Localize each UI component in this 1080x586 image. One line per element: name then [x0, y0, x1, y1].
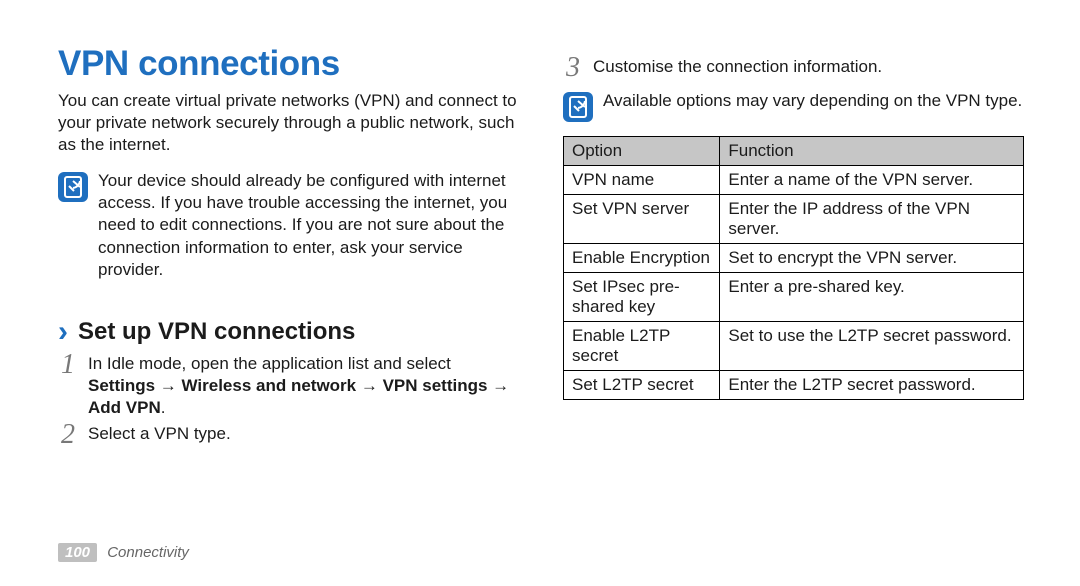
table-row: Enable Encryption Set to encrypt the VPN…: [564, 244, 1024, 273]
step-number-2: 2: [58, 419, 78, 451]
right-column: 3 Customise the connection information. …: [563, 44, 1024, 451]
note-block: Your device should already be configured…: [58, 170, 519, 280]
step-1-text-a: In Idle mode, open the application list …: [88, 354, 451, 373]
step-2-body: Select a VPN type.: [88, 423, 231, 445]
note-text: Your device should already be configured…: [98, 170, 519, 280]
cell-option: Enable L2TP secret: [564, 322, 720, 371]
cell-option: Enable Encryption: [564, 244, 720, 273]
step-3: 3 Customise the connection information.: [563, 56, 1024, 84]
cell-function: Enter the IP address of the VPN server.: [720, 195, 1024, 244]
cell-function: Set to encrypt the VPN server.: [720, 244, 1024, 273]
step-1-text-c: .: [161, 398, 166, 417]
cell-function: Set to use the L2TP secret password.: [720, 322, 1024, 371]
chevron-right-icon: ›: [58, 317, 68, 347]
table-row: Set VPN server Enter the IP address of t…: [564, 195, 1024, 244]
table-row: Set L2TP secret Enter the L2TP secret pa…: [564, 371, 1024, 400]
step-number-3: 3: [563, 52, 583, 84]
cell-option: Set VPN server: [564, 195, 720, 244]
note-2-text: Available options may vary depending on …: [603, 90, 1022, 112]
table-row: Enable L2TP secret Set to use the L2TP s…: [564, 322, 1024, 371]
table-row: VPN name Enter a name of the VPN server.: [564, 166, 1024, 195]
cell-option: Set L2TP secret: [564, 371, 720, 400]
table-row: Set IPsec pre-shared key Enter a pre-sha…: [564, 273, 1024, 322]
note-icon: [58, 172, 88, 202]
header-function: Function: [720, 137, 1024, 166]
cell-function: Enter a pre-shared key.: [720, 273, 1024, 322]
note-block-2: Available options may vary depending on …: [563, 90, 1024, 122]
cell-option: VPN name: [564, 166, 720, 195]
subsection-title: Set up VPN connections: [78, 318, 355, 346]
two-column-layout: VPN connections You can create virtual p…: [58, 44, 1024, 451]
intro-paragraph: You can create virtual private networks …: [58, 90, 519, 156]
page-number: 100: [58, 543, 97, 562]
subsection-heading-row: › Set up VPN connections: [58, 317, 519, 347]
step-1-body: In Idle mode, open the application list …: [88, 353, 519, 419]
step-1: 1 In Idle mode, open the application lis…: [58, 353, 519, 419]
document-page: VPN connections You can create virtual p…: [0, 0, 1080, 586]
step-2: 2 Select a VPN type.: [58, 423, 519, 451]
left-column: VPN connections You can create virtual p…: [58, 44, 519, 451]
step-number-1: 1: [58, 349, 78, 381]
cell-option: Set IPsec pre-shared key: [564, 273, 720, 322]
cell-function: Enter the L2TP secret password.: [720, 371, 1024, 400]
footer-section-name: Connectivity: [107, 544, 189, 561]
options-table: Option Function VPN name Enter a name of…: [563, 136, 1024, 400]
step-1-text-bold: Settings → Wireless and network → VPN se…: [88, 376, 509, 417]
header-option: Option: [564, 137, 720, 166]
cell-function: Enter a name of the VPN server.: [720, 166, 1024, 195]
note-icon: [563, 92, 593, 122]
page-footer: 100 Connectivity: [58, 543, 189, 562]
section-title: VPN connections: [58, 44, 519, 84]
table-header-row: Option Function: [564, 137, 1024, 166]
step-3-body: Customise the connection information.: [593, 56, 882, 78]
